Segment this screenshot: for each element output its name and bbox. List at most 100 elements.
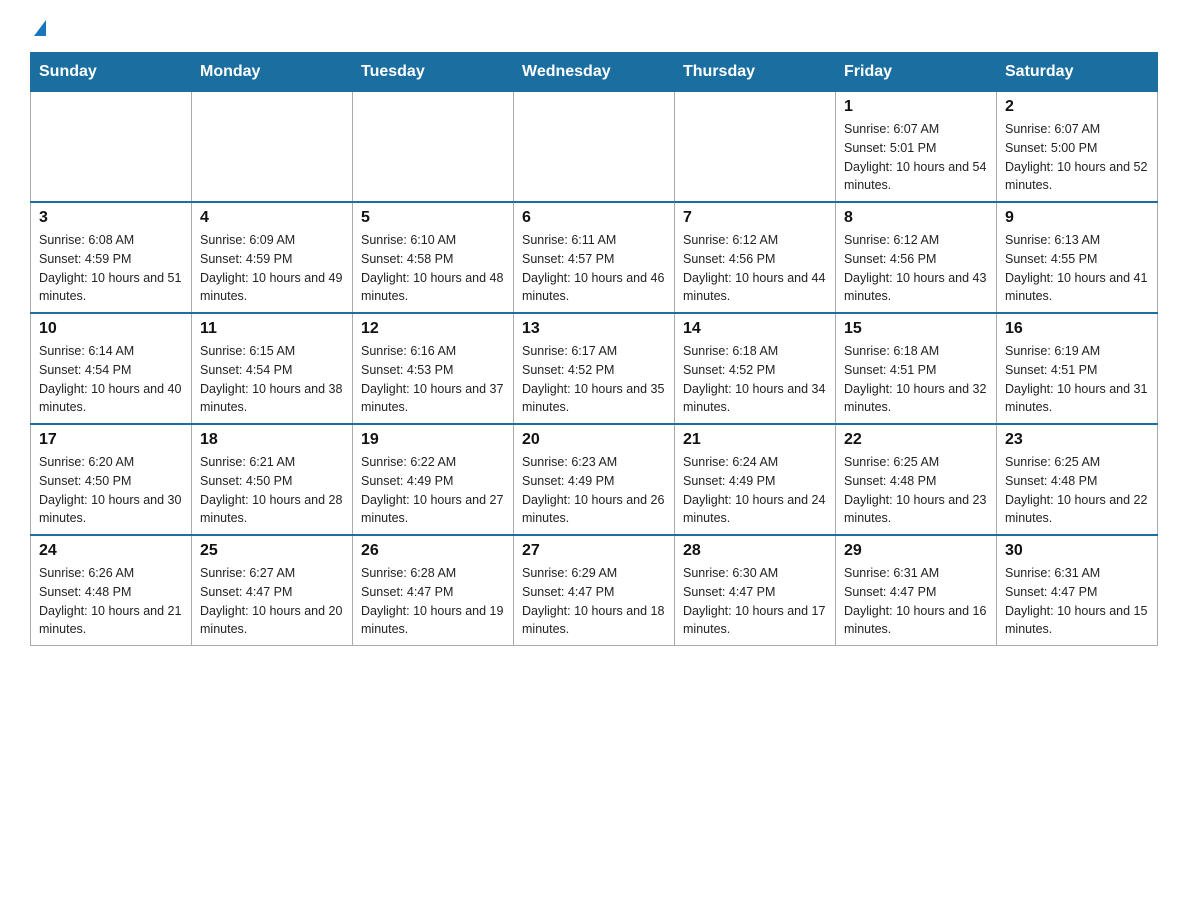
day-info: Sunrise: 6:22 AMSunset: 4:49 PMDaylight:… [361, 453, 505, 528]
day-info: Sunrise: 6:12 AMSunset: 4:56 PMDaylight:… [844, 231, 988, 306]
day-info: Sunrise: 6:19 AMSunset: 4:51 PMDaylight:… [1005, 342, 1149, 417]
day-info: Sunrise: 6:21 AMSunset: 4:50 PMDaylight:… [200, 453, 344, 528]
calendar-week-row: 1 Sunrise: 6:07 AMSunset: 5:01 PMDaylight… [31, 92, 1158, 203]
calendar-week-row: 3Sunrise: 6:08 AMSunset: 4:59 PMDaylight… [31, 202, 1158, 313]
day-number: 5 [361, 209, 505, 227]
calendar-week-row: 24 Sunrise: 6:26 AMSunset: 4:48 PMDayligh… [31, 535, 1158, 646]
day-number: 7 [683, 209, 827, 227]
calendar-cell: 3Sunrise: 6:08 AMSunset: 4:59 PMDaylight… [31, 202, 192, 313]
calendar-cell: 27 Sunrise: 6:29 AMSunset: 4:47 PMDayligh… [514, 535, 675, 646]
calendar-header-row: SundayMondayTuesdayWednesdayThursdayFrid… [31, 53, 1158, 92]
day-number: 27 [522, 542, 666, 560]
day-number: 28 [683, 542, 827, 560]
day-number: 9 [1005, 209, 1149, 227]
day-info: Sunrise: 6:07 AMSunset: 5:01 PMDaylight:… [844, 120, 988, 195]
day-number: 21 [683, 431, 827, 449]
day-info: Sunrise: 6:07 AMSunset: 5:00 PMDaylight:… [1005, 120, 1149, 195]
day-number: 14 [683, 320, 827, 338]
day-number: 23 [1005, 431, 1149, 449]
day-number: 17 [39, 431, 183, 449]
calendar-cell [192, 92, 353, 203]
calendar-cell [675, 92, 836, 203]
day-info: Sunrise: 6:26 AMSunset: 4:48 PMDaylight:… [39, 564, 183, 639]
calendar-cell [31, 92, 192, 203]
day-number: 18 [200, 431, 344, 449]
column-header-thursday: Thursday [675, 53, 836, 92]
column-header-saturday: Saturday [997, 53, 1158, 92]
calendar-table: SundayMondayTuesdayWednesdayThursdayFrid… [30, 52, 1158, 646]
column-header-sunday: Sunday [31, 53, 192, 92]
day-number: 13 [522, 320, 666, 338]
calendar-cell: 16 Sunrise: 6:19 AMSunset: 4:51 PMDayligh… [997, 313, 1158, 424]
day-info: Sunrise: 6:28 AMSunset: 4:47 PMDaylight:… [361, 564, 505, 639]
page-header [30, 20, 1158, 32]
day-info: Sunrise: 6:11 AMSunset: 4:57 PMDaylight:… [522, 231, 666, 306]
day-info: Sunrise: 6:30 AMSunset: 4:47 PMDaylight:… [683, 564, 827, 639]
day-info: Sunrise: 6:17 AMSunset: 4:52 PMDaylight:… [522, 342, 666, 417]
day-number: 12 [361, 320, 505, 338]
day-info: Sunrise: 6:09 AMSunset: 4:59 PMDaylight:… [200, 231, 344, 306]
day-info: Sunrise: 6:31 AMSunset: 4:47 PMDaylight:… [1005, 564, 1149, 639]
day-number: 11 [200, 320, 344, 338]
calendar-cell: 20 Sunrise: 6:23 AMSunset: 4:49 PMDayligh… [514, 424, 675, 535]
calendar-cell: 6 Sunrise: 6:11 AMSunset: 4:57 PMDaylight… [514, 202, 675, 313]
day-info: Sunrise: 6:24 AMSunset: 4:49 PMDaylight:… [683, 453, 827, 528]
column-header-tuesday: Tuesday [353, 53, 514, 92]
day-number: 22 [844, 431, 988, 449]
logo [30, 20, 66, 32]
day-info: Sunrise: 6:16 AMSunset: 4:53 PMDaylight:… [361, 342, 505, 417]
calendar-cell: 10 Sunrise: 6:14 AMSunset: 4:54 PMDayligh… [31, 313, 192, 424]
calendar-cell: 1 Sunrise: 6:07 AMSunset: 5:01 PMDaylight… [836, 92, 997, 203]
calendar-cell [353, 92, 514, 203]
day-info: Sunrise: 6:31 AMSunset: 4:47 PMDaylight:… [844, 564, 988, 639]
calendar-cell: 22 Sunrise: 6:25 AMSunset: 4:48 PMDayligh… [836, 424, 997, 535]
day-number: 6 [522, 209, 666, 227]
column-header-friday: Friday [836, 53, 997, 92]
day-info: Sunrise: 6:18 AMSunset: 4:51 PMDaylight:… [844, 342, 988, 417]
day-number: 30 [1005, 542, 1149, 560]
calendar-cell: 19 Sunrise: 6:22 AMSunset: 4:49 PMDayligh… [353, 424, 514, 535]
calendar-cell: 2Sunrise: 6:07 AMSunset: 5:00 PMDaylight… [997, 92, 1158, 203]
calendar-cell: 21 Sunrise: 6:24 AMSunset: 4:49 PMDayligh… [675, 424, 836, 535]
calendar-cell: 18 Sunrise: 6:21 AMSunset: 4:50 PMDayligh… [192, 424, 353, 535]
calendar-cell: 29 Sunrise: 6:31 AMSunset: 4:47 PMDayligh… [836, 535, 997, 646]
calendar-cell: 5Sunrise: 6:10 AMSunset: 4:58 PMDaylight… [353, 202, 514, 313]
day-info: Sunrise: 6:25 AMSunset: 4:48 PMDaylight:… [844, 453, 988, 528]
day-number: 1 [844, 98, 988, 116]
day-info: Sunrise: 6:27 AMSunset: 4:47 PMDaylight:… [200, 564, 344, 639]
calendar-week-row: 10 Sunrise: 6:14 AMSunset: 4:54 PMDayligh… [31, 313, 1158, 424]
day-info: Sunrise: 6:20 AMSunset: 4:50 PMDaylight:… [39, 453, 183, 528]
calendar-cell: 7 Sunrise: 6:12 AMSunset: 4:56 PMDaylight… [675, 202, 836, 313]
day-number: 4 [200, 209, 344, 227]
day-info: Sunrise: 6:15 AMSunset: 4:54 PMDaylight:… [200, 342, 344, 417]
calendar-cell: 9 Sunrise: 6:13 AMSunset: 4:55 PMDaylight… [997, 202, 1158, 313]
day-number: 10 [39, 320, 183, 338]
day-number: 26 [361, 542, 505, 560]
calendar-cell: 30 Sunrise: 6:31 AMSunset: 4:47 PMDayligh… [997, 535, 1158, 646]
day-info: Sunrise: 6:14 AMSunset: 4:54 PMDaylight:… [39, 342, 183, 417]
day-number: 15 [844, 320, 988, 338]
day-number: 29 [844, 542, 988, 560]
calendar-cell: 25Sunrise: 6:27 AMSunset: 4:47 PMDayligh… [192, 535, 353, 646]
calendar-cell: 11 Sunrise: 6:15 AMSunset: 4:54 PMDayligh… [192, 313, 353, 424]
calendar-cell: 4 Sunrise: 6:09 AMSunset: 4:59 PMDaylight… [192, 202, 353, 313]
calendar-cell: 14 Sunrise: 6:18 AMSunset: 4:52 PMDayligh… [675, 313, 836, 424]
day-number: 16 [1005, 320, 1149, 338]
calendar-cell [514, 92, 675, 203]
day-info: Sunrise: 6:08 AMSunset: 4:59 PMDaylight:… [39, 231, 183, 306]
calendar-cell: 17 Sunrise: 6:20 AMSunset: 4:50 PMDayligh… [31, 424, 192, 535]
calendar-cell: 8 Sunrise: 6:12 AMSunset: 4:56 PMDaylight… [836, 202, 997, 313]
day-info: Sunrise: 6:12 AMSunset: 4:56 PMDaylight:… [683, 231, 827, 306]
day-number: 8 [844, 209, 988, 227]
day-info: Sunrise: 6:23 AMSunset: 4:49 PMDaylight:… [522, 453, 666, 528]
day-number: 19 [361, 431, 505, 449]
day-number: 24 [39, 542, 183, 560]
day-info: Sunrise: 6:29 AMSunset: 4:47 PMDaylight:… [522, 564, 666, 639]
day-info: Sunrise: 6:13 AMSunset: 4:55 PMDaylight:… [1005, 231, 1149, 306]
calendar-week-row: 17 Sunrise: 6:20 AMSunset: 4:50 PMDayligh… [31, 424, 1158, 535]
column-header-wednesday: Wednesday [514, 53, 675, 92]
calendar-cell: 24 Sunrise: 6:26 AMSunset: 4:48 PMDayligh… [31, 535, 192, 646]
day-info: Sunrise: 6:25 AMSunset: 4:48 PMDaylight:… [1005, 453, 1149, 528]
day-info: Sunrise: 6:18 AMSunset: 4:52 PMDaylight:… [683, 342, 827, 417]
day-number: 20 [522, 431, 666, 449]
